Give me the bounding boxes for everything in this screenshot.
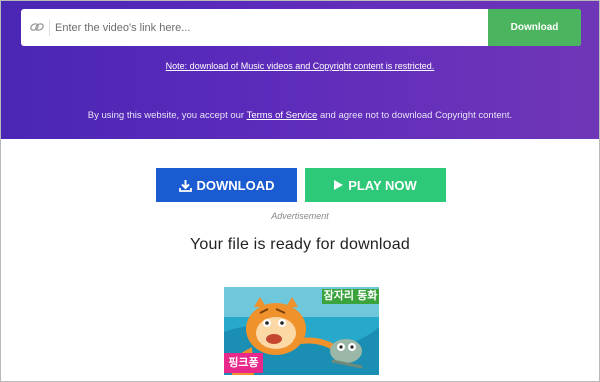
terms-of-service-link[interactable]: Terms of Service (247, 110, 318, 121)
download-button-label: DOWNLOAD (196, 177, 275, 193)
terms-suffix: and agree not to download Copyright cont… (317, 110, 513, 121)
video-thumbnail[interactable]: 잠자리 동화 핑크퐁 (224, 287, 379, 375)
search-divider (49, 19, 50, 36)
terms-text: By using this website, you accept our Te… (1, 110, 599, 121)
thumbnail-brand-badge: 핑크퐁 (224, 353, 263, 373)
play-icon (334, 180, 344, 190)
hero-banner: Download Note: download of Music videos … (1, 1, 599, 139)
search-bar: Download (21, 9, 581, 46)
advertisement-label: Advertisement (271, 211, 329, 221)
search-download-button[interactable]: Download (488, 9, 581, 46)
download-button[interactable]: DOWNLOAD (156, 168, 297, 202)
link-icon (29, 20, 45, 34)
terms-prefix: By using this website, you accept our (87, 110, 247, 121)
thumbnail-title-badge: 잠자리 동화 (322, 289, 379, 304)
play-now-button-label: PLAY NOW (348, 177, 417, 193)
download-icon (178, 179, 192, 192)
page-title: Your file is ready for download (190, 236, 410, 253)
video-link-input[interactable] (55, 9, 485, 46)
play-now-button[interactable]: PLAY NOW (305, 168, 446, 202)
restriction-note[interactable]: Note: download of Music videos and Copyr… (1, 61, 599, 71)
